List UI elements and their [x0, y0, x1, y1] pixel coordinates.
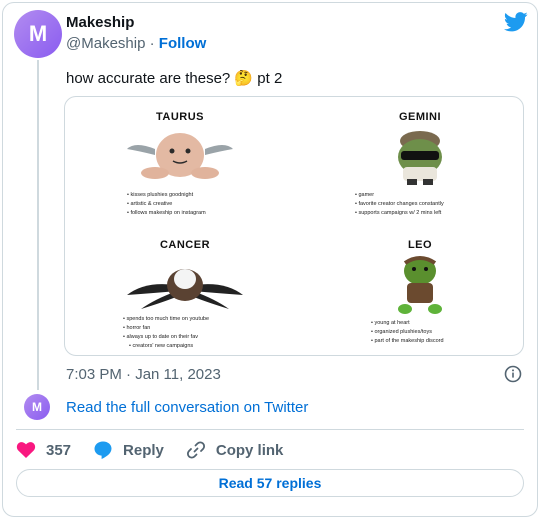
handle-separator: · [149, 35, 155, 52]
conversation-avatar[interactable]: M [24, 394, 50, 420]
leo-plush-illustration [398, 256, 442, 314]
list-item: kisses plushies goodnight [127, 191, 245, 200]
thread-line [37, 60, 39, 390]
copy-link-button[interactable]: Copy link [186, 440, 284, 460]
reply-bubble-icon [94, 441, 112, 459]
link-icon [186, 441, 205, 459]
read-conversation-link[interactable]: Read the full conversation on Twitter [66, 399, 308, 416]
list-item: supports campaigns w/ 2 mins left [355, 209, 495, 218]
sign-leo: LEO young at heart organized plushies/to… [355, 239, 485, 346]
reply-button[interactable]: Reply [93, 440, 164, 460]
sign-cancer: CANCER spends too much time on youtube h… [115, 239, 255, 351]
like-button[interactable]: 357 [16, 441, 71, 459]
list-item: organized plushies/toys [371, 328, 485, 337]
tweet-text: how accurate are these? 🤔 pt 2 [66, 70, 283, 87]
list-item: always up to date on their fav [123, 333, 255, 342]
tweet-timestamp[interactable]: 7:03 PM · Jan 11, 2023 [66, 366, 221, 383]
list-item: favorite creator changes constantly [355, 200, 495, 209]
list-item: gamer [355, 191, 495, 200]
divider [16, 429, 524, 430]
cancer-plush-illustration [127, 269, 243, 309]
sign-title: TAURUS [155, 111, 204, 123]
sign-bullets: young at heart organized plushies/toys p… [371, 319, 485, 346]
list-item: follows makeship on instagram [127, 209, 245, 218]
sign-title: CANCER [159, 239, 211, 251]
sign-bullets: gamer favorite creator changes constantl… [355, 191, 495, 218]
sign-bullets: kisses plushies goodnight artistic & cre… [127, 191, 245, 218]
list-item: young at heart [371, 319, 485, 328]
avatar[interactable]: M [14, 10, 62, 58]
gemini-plush-illustration [398, 131, 442, 185]
taurus-plush-illustration [127, 133, 233, 179]
sign-title: GEMINI [398, 111, 442, 123]
list-item: creators' new campaigns [123, 342, 255, 351]
list-item: spends too much time on youtube [123, 315, 255, 324]
sign-taurus: TAURUS kisses plushies goodnight artisti… [115, 111, 245, 218]
copy-link-label: Copy link [215, 441, 284, 459]
account-handle[interactable]: @Makeship [66, 35, 145, 52]
twitter-bird-icon[interactable] [504, 12, 528, 32]
sign-bullets: spends too much time on youtube horror f… [123, 315, 255, 351]
list-item: artistic & creative [127, 200, 245, 209]
heart-icon [16, 442, 36, 458]
list-item: horror fan [123, 324, 255, 333]
info-icon[interactable] [504, 365, 522, 383]
read-replies-button[interactable]: Read 57 replies [16, 469, 524, 497]
list-item: part of the makeship discord [371, 337, 485, 346]
action-bar: 357 Reply Copy link [16, 438, 305, 462]
follow-button[interactable]: Follow [159, 35, 207, 52]
account-name[interactable]: Makeship [66, 14, 134, 31]
sign-title: LEO [407, 239, 433, 251]
handle-row: @Makeship · Follow [66, 35, 206, 52]
tweet-media-image[interactable]: TAURUS kisses plushies goodnight artisti… [64, 96, 524, 356]
reply-label: Reply [123, 441, 164, 459]
like-count: 357 [46, 441, 72, 459]
sign-gemini: GEMINI gamer favorite creator changes co… [345, 111, 495, 218]
